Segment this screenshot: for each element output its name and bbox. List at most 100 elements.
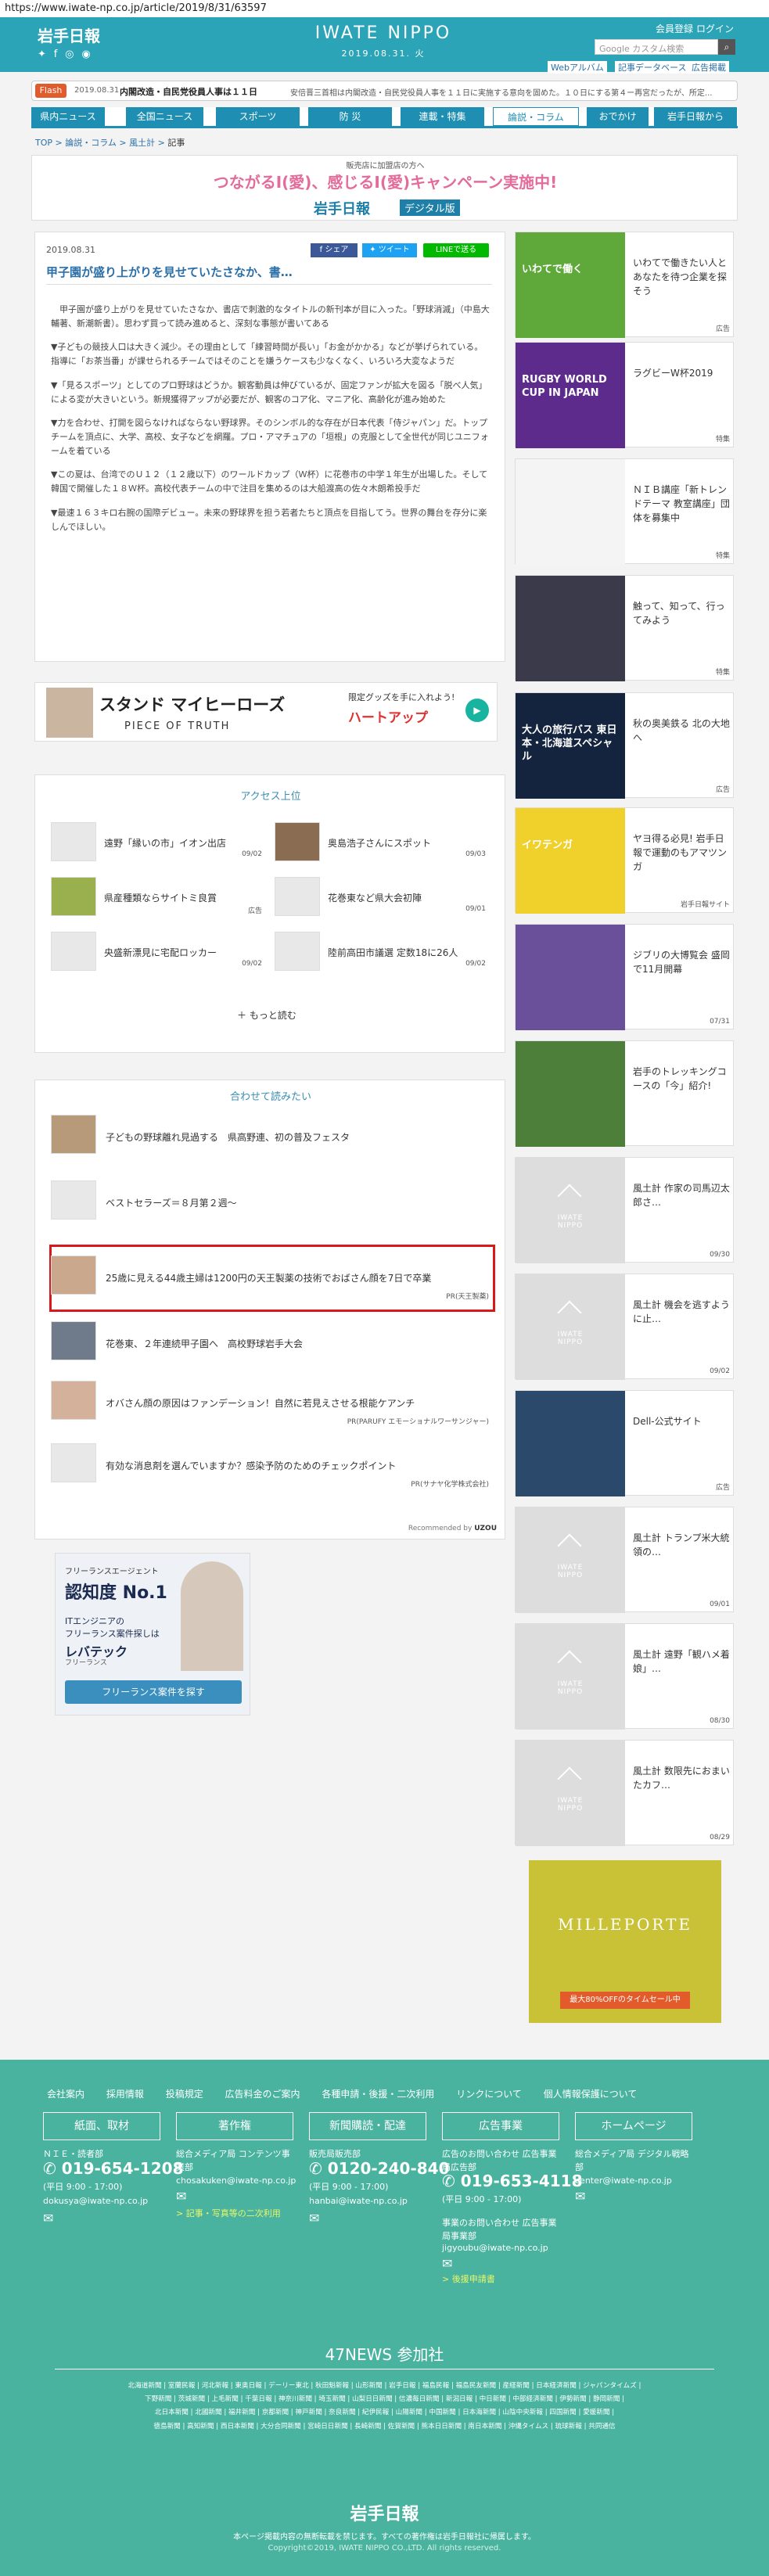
footer-email[interactable]: jigyoubu@iwate-np.co.jp: [442, 2242, 548, 2255]
breadcrumb-top[interactable]: TOP: [35, 138, 52, 148]
sidebar-item[interactable]: IWATE NIPPO 風土計 遠野「観ハメ着娘」… 08/30: [515, 1623, 734, 1730]
list-item[interactable]: 陸前高田市議選 定数18に26人 09/02: [275, 932, 486, 977]
sidebar-item-text: 風土計 作家の司馬辺太郎さ…: [633, 1183, 730, 1208]
list-item[interactable]: 奥島浩子さんにスポット 09/03: [275, 822, 486, 868]
nav-column[interactable]: 論説・コラム: [493, 107, 579, 126]
list-item[interactable]: オバさん顔の原因はファンデーション！自然に若見えさせる根能ケアンチ PR(PARU…: [51, 1381, 489, 1428]
footer-email[interactable]: hanbai@iwate-np.co.jp: [309, 2195, 408, 2208]
footer-link[interactable]: 採用情報: [106, 2089, 144, 2100]
twitter-icon[interactable]: ✦: [38, 49, 46, 60]
item-date: 09/02: [465, 960, 486, 968]
list-item[interactable]: ベストセラーズ＝８月第２週～: [51, 1180, 489, 1227]
sidebar-thumbnail: イワテンガ: [516, 808, 625, 914]
freelance-ad[interactable]: フリーランスエージェント 認知度 No.1 ITエンジニアの フリーランス案件探…: [55, 1553, 250, 1716]
more-button[interactable]: ＋ もっと読む: [237, 1008, 296, 1022]
sidebar-item[interactable]: ＮＩＢ講座「新トレンドテーマ 教室講座」団体を募集中 特集: [515, 458, 734, 565]
game-ad-banner[interactable]: スタンド マイヒーローズ PIECE OF TRUTH 限定グッズを手に入れよう…: [34, 682, 498, 742]
sub-link-ads[interactable]: 広告掲載: [688, 61, 729, 74]
item-title: 奥島浩子さんにスポット: [328, 838, 432, 849]
list-item[interactable]: 花巻東など県大会初陣 09/01: [275, 877, 486, 922]
share-line-button[interactable]: LINEで送る: [423, 243, 489, 257]
breadcrumb-fudokei[interactable]: 風土計: [129, 138, 155, 148]
sidebar-item[interactable]: Dell-公式サイト 広告: [515, 1390, 734, 1496]
search-icon[interactable]: ⌕: [718, 39, 735, 55]
instagram-icon[interactable]: ◎: [65, 49, 74, 60]
nav-disaster[interactable]: 防 災: [308, 107, 393, 126]
login-link[interactable]: ログイン: [696, 22, 734, 35]
facebook-icon[interactable]: f: [54, 49, 58, 60]
list-item[interactable]: 花巻東、２年連続甲子園へ 高校野球岩手大会: [51, 1321, 489, 1368]
footer-email[interactable]: dokusya@iwate-np.co.jp: [43, 2195, 148, 2208]
center-logo[interactable]: IWATE NIPPO: [305, 23, 462, 43]
share-twitter-button[interactable]: ✦ ツイート: [362, 243, 417, 257]
breadcrumb-column[interactable]: 論説・コラム: [65, 138, 117, 148]
nav-national-news[interactable]: 全国ニュース: [126, 107, 204, 126]
play-arrow-icon[interactable]: ▶: [465, 699, 489, 722]
sidebar-item[interactable]: IWATE NIPPO 風土計 数限先におまいたカフ… 08/29: [515, 1740, 734, 1846]
footer-phone[interactable]: ✆ 019-654-1208: [43, 2159, 184, 2178]
find-freelance-button[interactable]: フリーランス案件を探す: [65, 1680, 242, 1704]
ad-big-text: 認知度 No.1: [65, 1583, 167, 1603]
item-title: 有効な消息剤を選んでいますか？感染予防のためのチェックポイント: [106, 1460, 397, 1471]
footer-email[interactable]: center@iwate-np.co.jp: [575, 2175, 672, 2188]
milleporte-ad[interactable]: MILLEPORTE 最大80%OFFのタイムセール中: [529, 1860, 721, 2023]
sidebar-item[interactable]: いわてで働く いわてで働きたい人とあなたを待つ企業を探そう 広告: [515, 232, 734, 338]
nav-series[interactable]: 連載・特集: [401, 107, 485, 126]
sidebar-item-text: 風土計 遠野「観ハメ着娘」…: [633, 1649, 730, 1674]
footer-link[interactable]: 広告料金のご案内: [225, 2089, 300, 2100]
footer-email[interactable]: chosakuken@iwate-np.co.jp: [176, 2175, 296, 2188]
footer-link[interactable]: 各種申請・後援・二次利用: [322, 2089, 434, 2100]
footer-dept: 総合メディア局 デジタル戦略部: [575, 2149, 689, 2172]
sidebar-item[interactable]: IWATE NIPPO 風土計 作家の司馬辺太郎さ… 09/30: [515, 1157, 734, 1263]
rss-icon[interactable]: ◉: [81, 49, 90, 60]
list-item[interactable]: 25歳に見える44歳主婦は1200円の天王製薬の技術でおばさん顔を7日で卒業 PR…: [51, 1256, 489, 1302]
share-facebook-button[interactable]: f シェア: [311, 243, 358, 257]
list-item[interactable]: 有効な消息剤を選んでいますか？感染予防のためのチェックポイント PR(サナヤ化学株…: [51, 1443, 489, 1490]
list-item[interactable]: 遠野「縁いの市」イオン出店 09/02: [51, 822, 262, 868]
nav-outing[interactable]: おでかけ: [587, 107, 649, 126]
sidebar-item[interactable]: ジブリの大博覧会 盛岡で11月開幕 07/31: [515, 924, 734, 1030]
nav-prefecture-news[interactable]: 県内ニュース: [31, 107, 106, 126]
sidebar-item[interactable]: RUGBY WORLD CUP IN JAPAN ラグビーW杯2019 特集: [515, 342, 734, 448]
recommended-by[interactable]: Recommended by UZOU: [408, 1525, 497, 1532]
sidebar-item[interactable]: IWATE NIPPO 風土計 機会を逃すように止… 09/02: [515, 1274, 734, 1380]
footer-link[interactable]: 投稿規定: [166, 2089, 203, 2100]
site-logo[interactable]: 岩手日報: [38, 23, 100, 46]
nav-sports[interactable]: スポーツ: [216, 107, 300, 126]
member-register-link[interactable]: 会員登録: [656, 22, 693, 35]
list-item[interactable]: 央盛新漂見に宅配ロッカー 09/02: [51, 932, 262, 977]
ticker-headline[interactable]: 内閣改造・自民党役員人事は１１日: [120, 85, 257, 98]
news-ticker[interactable]: Flash 2019.08.31 内閣改造・自民党役員人事は１１日 安倍晋三首相…: [31, 81, 738, 101]
footer-phone[interactable]: ✆ 0120-240-840: [309, 2159, 450, 2178]
nav-from-iwate[interactable]: 岩手日報から: [654, 107, 738, 126]
footer-phone[interactable]: ✆ 019-653-4118: [442, 2172, 583, 2190]
article-paragraph: ▼この夏は、台湾でのＵ１２（１２歳以下）のワールドカップ（Ｗ杯）に花巻市の中学１…: [51, 469, 488, 494]
item-title: 25歳に見える44歳主婦は1200円の天王製薬の技術でおばさん顔を7日で卒業: [106, 1273, 432, 1284]
sub-link-album[interactable]: Webアルバム: [548, 61, 607, 74]
list-item[interactable]: 子どもの野球離れ見過する 県高野連、初の普及フェスタ: [51, 1115, 489, 1162]
sub-link-database[interactable]: 記事データベース: [615, 61, 690, 74]
search-input[interactable]: Google カスタム検索: [595, 39, 718, 55]
news47-members[interactable]: 北海道新聞 | 室蘭民報 | 河北新報 | 東奥日報 | デーリー東北 | 秋田…: [55, 2380, 714, 2434]
sidebar-item[interactable]: 岩手のトレッキングコースの「今」紹介!: [515, 1040, 734, 1147]
mail-icon[interactable]: ✉: [309, 2209, 319, 2228]
sidebar-item[interactable]: 大人の旅行バス 東日本・北海道スペシャル 秋の奥美鉄る 北の大地へ 広告: [515, 692, 734, 799]
sidebar-item[interactable]: IWATE NIPPO 風土計 トランプ米大統領の… 09/01: [515, 1507, 734, 1613]
address-bar[interactable]: https://www.iwate-np.co.jp/article/2019/…: [0, 0, 769, 17]
sidebar-thumbnail: IWATE NIPPO: [516, 1158, 625, 1263]
thumbnail: [275, 822, 320, 861]
list-item[interactable]: 県産種類ならサイトミ良賞 広告: [51, 877, 262, 922]
footer-link[interactable]: 個人情報保護について: [544, 2089, 638, 2100]
campaign-banner[interactable]: 販売店に加盟店の方へ つながるI(愛)、感じるI(愛)キャンペーン実施中! 岩手…: [31, 155, 738, 221]
mail-icon[interactable]: ✉: [442, 2254, 452, 2273]
footer-note-link[interactable]: > 記事・写真等の二次利用: [176, 2208, 281, 2221]
footer-link[interactable]: リンクについて: [456, 2089, 522, 2100]
footer-note-link[interactable]: > 後援申請書: [442, 2273, 495, 2287]
sidebar-item[interactable]: イワテンガ ヤヨ得る必見! 岩手日報で運動のもアマツンガ 岩手日報サイト: [515, 807, 734, 914]
footer-link[interactable]: 会社案内: [47, 2089, 84, 2100]
sidebar-item[interactable]: 触って、知って、行ってみよう 特集: [515, 575, 734, 681]
mail-icon[interactable]: ✉: [43, 2209, 53, 2228]
mail-icon[interactable]: ✉: [176, 2187, 186, 2206]
mail-icon[interactable]: ✉: [575, 2187, 585, 2206]
footer-logo[interactable]: 岩手日報: [0, 2500, 769, 2525]
